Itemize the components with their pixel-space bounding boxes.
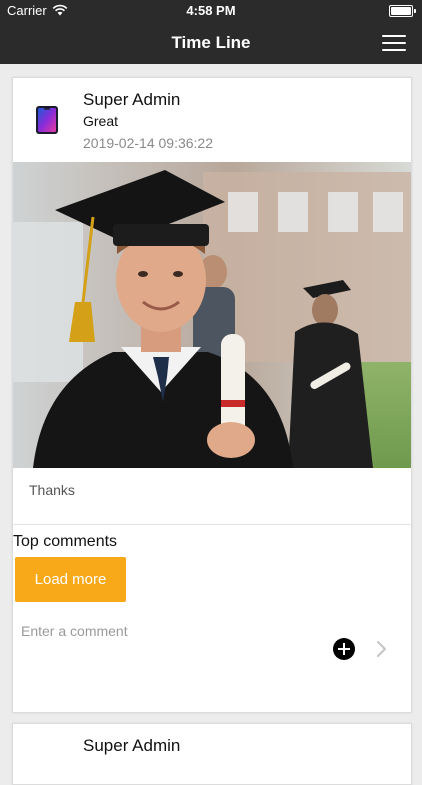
post-timestamp: 2019-02-14 09:36:22 <box>83 135 213 151</box>
battery-icon <box>389 5 416 17</box>
post-caption: Thanks <box>29 482 75 498</box>
load-more-button[interactable]: Load more <box>15 557 126 602</box>
add-circle-icon[interactable] <box>333 638 355 660</box>
status-bar: Carrier 4:58 PM <box>0 0 422 22</box>
nav-bar: Time Line <box>0 22 422 64</box>
timeline-post-card: Super Admin Great 2019-02-14 09:36:22 Th… <box>12 77 412 713</box>
comments-heading: Top comments <box>13 533 118 550</box>
page-title: Time Line <box>171 33 251 52</box>
post-author[interactable]: Super Admin <box>83 90 180 110</box>
hamburger-menu-icon[interactable] <box>382 35 406 51</box>
post-header: Super Admin Great 2019-02-14 09:36:22 <box>13 78 411 162</box>
post-image[interactable] <box>13 162 411 468</box>
post-author[interactable]: Super Admin <box>83 736 180 756</box>
comment-input[interactable] <box>19 620 273 642</box>
timeline-post-card: Super Admin <box>12 723 412 785</box>
chevron-right-icon[interactable] <box>375 639 389 659</box>
post-subtitle: Great <box>83 113 119 129</box>
divider <box>13 524 411 525</box>
clock: 4:58 PM <box>186 3 236 18</box>
avatar[interactable] <box>35 105 59 135</box>
